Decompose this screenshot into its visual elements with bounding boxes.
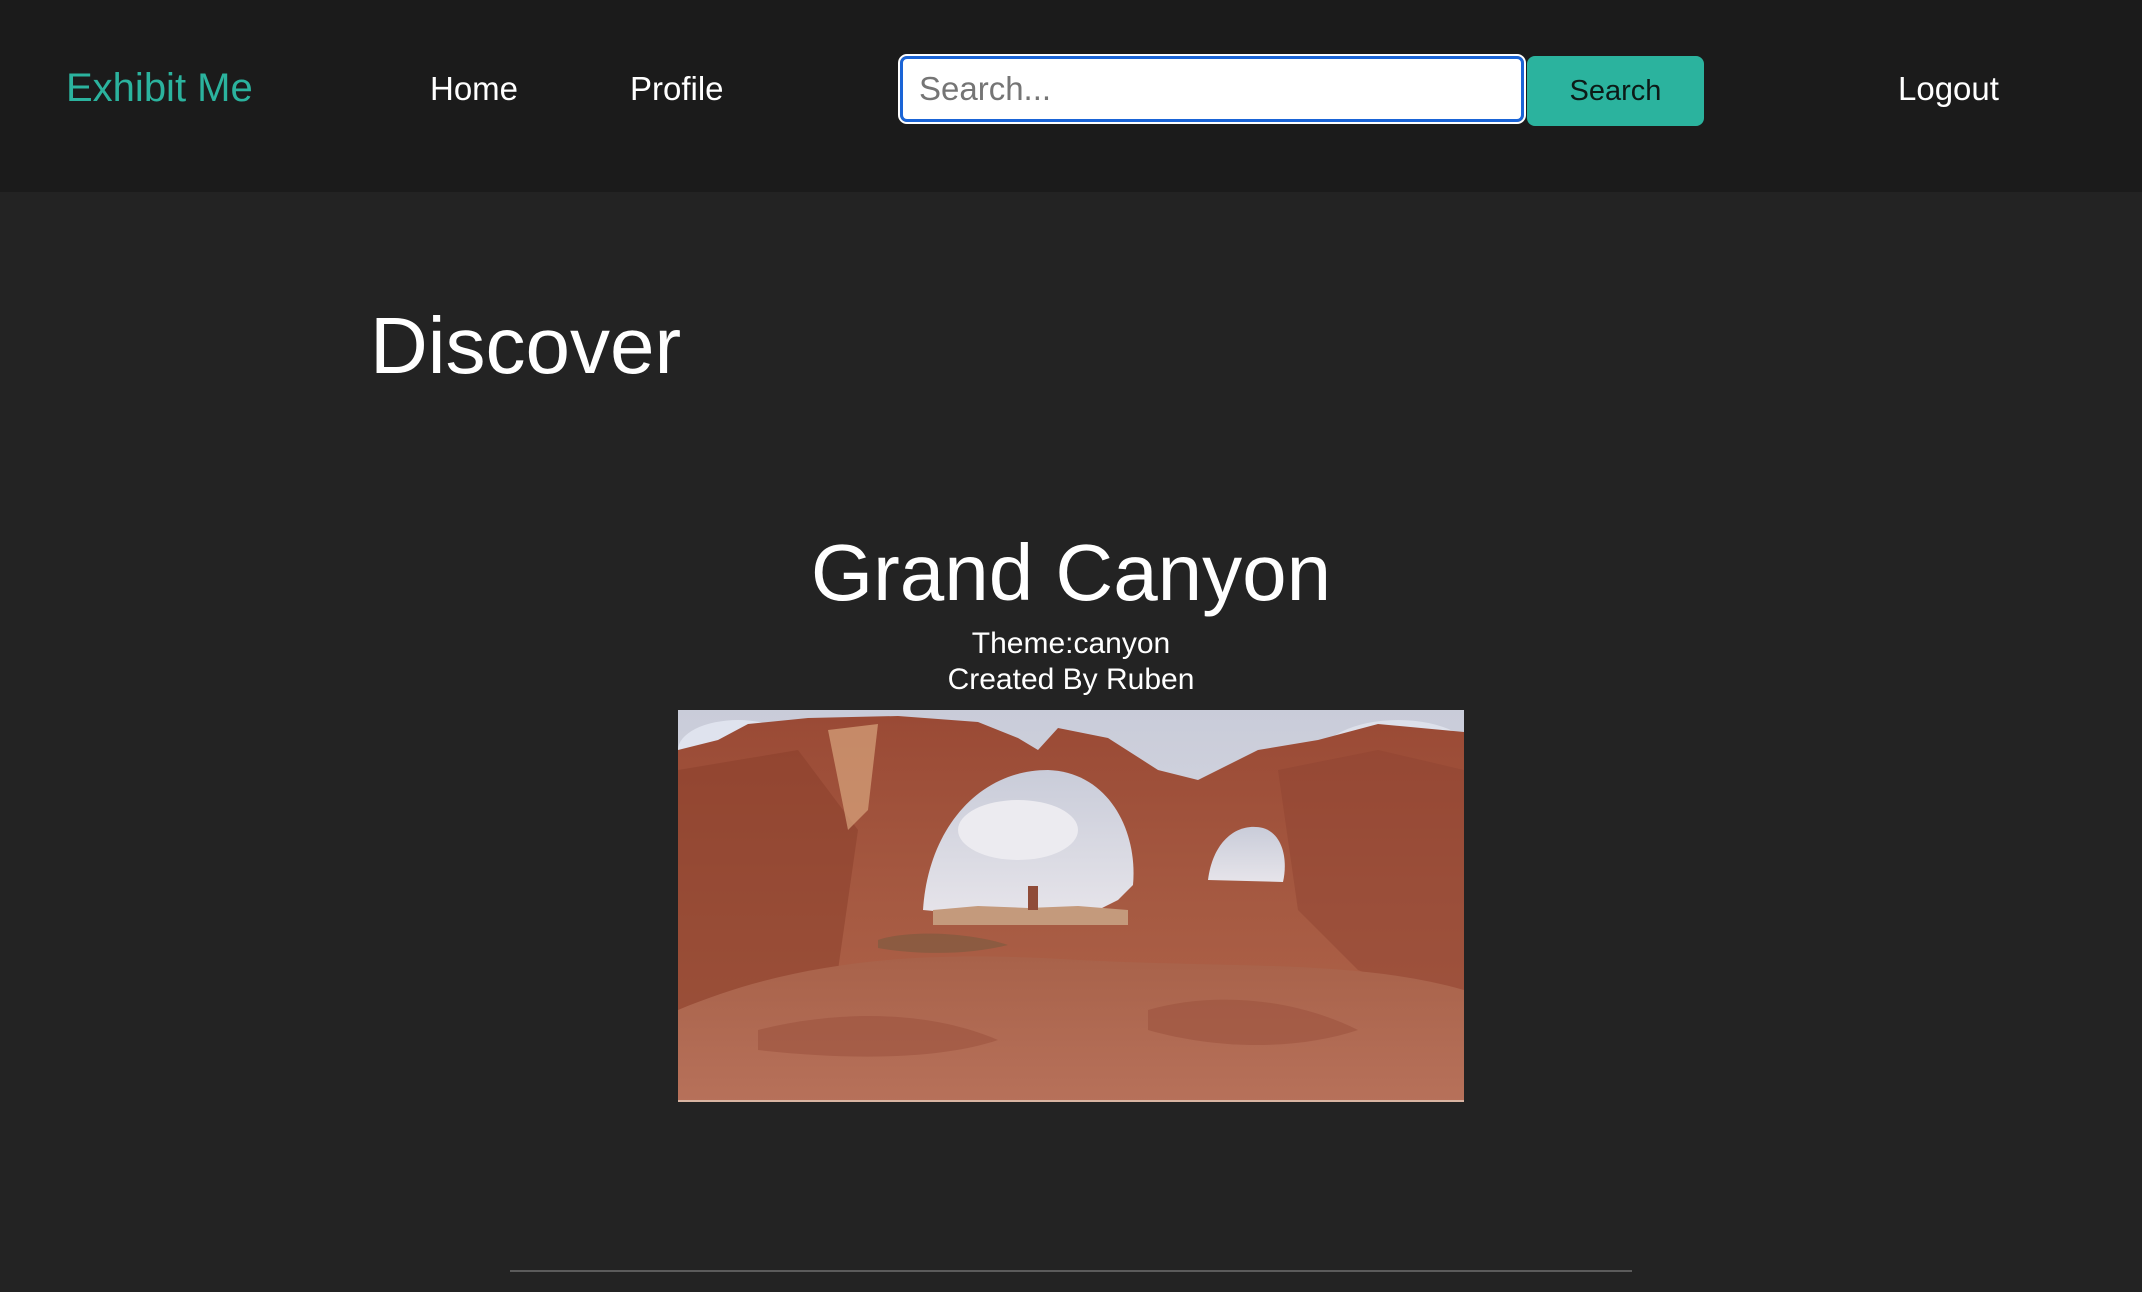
brand-logo-link[interactable]: Exhibit Me bbox=[66, 66, 253, 111]
exhibit-theme: Theme:canyon bbox=[971, 627, 1171, 660]
search-input[interactable] bbox=[898, 54, 1526, 124]
navbar: Exhibit Me Home Profile Search Logout bbox=[0, 0, 2142, 192]
exhibit-creator: Created By Ruben bbox=[947, 663, 1195, 696]
exhibit-title[interactable]: Grand Canyon bbox=[0, 520, 2142, 626]
nav-home-link[interactable]: Home bbox=[430, 70, 518, 108]
search-button[interactable]: Search bbox=[1527, 56, 1704, 126]
logout-link[interactable]: Logout bbox=[1898, 70, 1999, 108]
exhibit-thumbnail-image[interactable] bbox=[678, 710, 1464, 1102]
nav-profile-link[interactable]: Profile bbox=[630, 70, 724, 108]
page-title: Discover bbox=[370, 301, 682, 390]
section-divider bbox=[510, 1270, 1632, 1272]
exhibit-card[interactable]: Grand Canyon Theme:canyon Created By Rub… bbox=[0, 520, 2142, 1102]
